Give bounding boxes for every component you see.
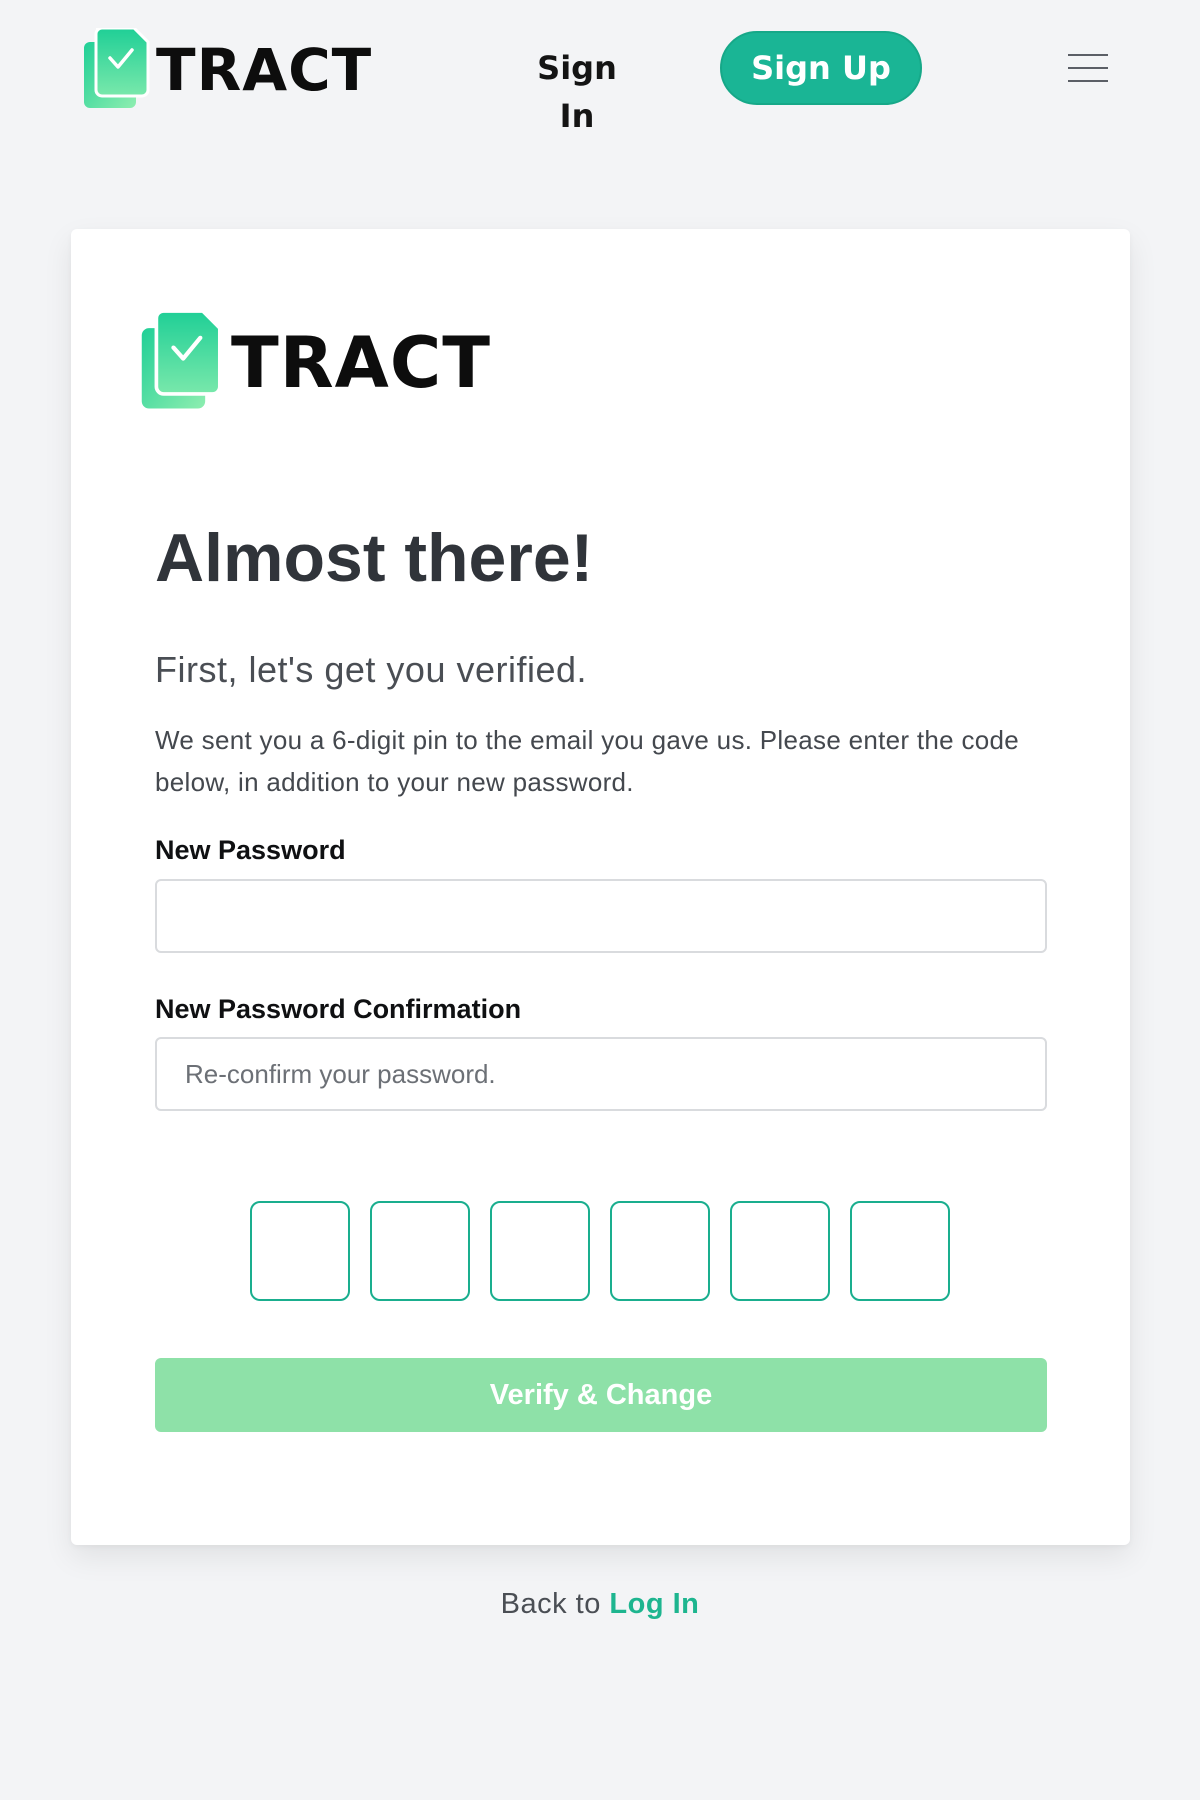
password-confirmation-input[interactable] — [155, 1037, 1047, 1111]
pin-code-inputs — [250, 1201, 950, 1301]
back-to-prefix: Back to — [500, 1588, 601, 1620]
new-password-input[interactable] — [155, 879, 1047, 953]
brand-logo[interactable]: TRACT — [84, 28, 372, 110]
document-check-icon — [141, 311, 222, 409]
top-navigation: TRACT Sign In Sign Up — [0, 0, 1200, 140]
pin-digit-input[interactable] — [730, 1201, 830, 1301]
verification-card: TRACT Almost there! First, let's get you… — [71, 229, 1130, 1545]
page-subtitle: First, let's get you verified. — [155, 649, 588, 690]
instructions-text: We sent you a 6-digit pin to the email y… — [155, 725, 1020, 797]
pin-digit-input[interactable] — [370, 1201, 470, 1301]
password-confirmation-label: New Password Confirmation — [155, 994, 522, 1024]
menu-line — [1068, 80, 1108, 82]
card-brand-logo: TRACT — [141, 311, 491, 411]
hamburger-menu-icon[interactable] — [1068, 52, 1108, 84]
document-check-icon — [84, 28, 150, 108]
pin-digit-input[interactable] — [250, 1201, 350, 1301]
brand-name: TRACT — [231, 322, 491, 404]
brand-name: TRACT — [156, 36, 373, 104]
log-in-link[interactable]: Log In — [609, 1588, 699, 1620]
sign-up-button[interactable]: Sign Up — [720, 31, 922, 105]
pin-digit-input[interactable] — [490, 1201, 590, 1301]
pin-digit-input[interactable] — [610, 1201, 710, 1301]
menu-line — [1068, 54, 1108, 56]
pin-digit-input[interactable] — [850, 1201, 950, 1301]
new-password-label: New Password — [155, 835, 346, 865]
menu-line — [1068, 67, 1108, 69]
verify-and-change-button[interactable]: Verify & Change — [155, 1358, 1047, 1432]
page-title: Almost there! — [155, 520, 594, 596]
sign-in-link[interactable]: Sign In — [518, 44, 636, 135]
back-to-login: Back to Log In — [0, 1588, 1200, 1621]
